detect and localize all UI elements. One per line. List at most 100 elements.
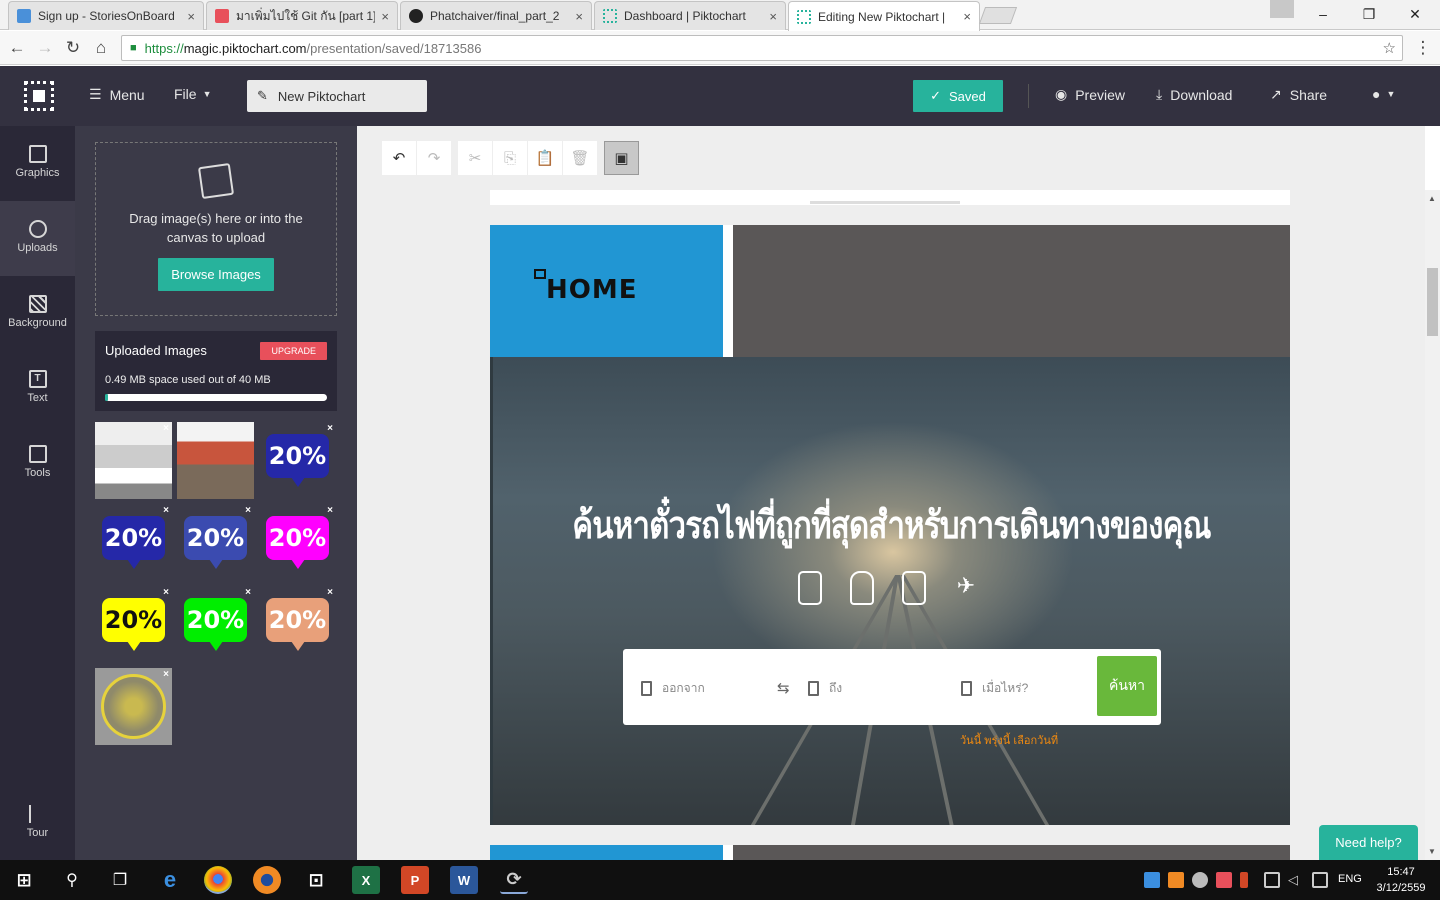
- preview-button[interactable]: ◉ Preview: [1055, 86, 1125, 103]
- tray-app-icon[interactable]: [1192, 872, 1208, 888]
- app-icon[interactable]: ⟳: [500, 866, 528, 894]
- nav-tools[interactable]: Tools: [0, 426, 75, 501]
- account-menu-button[interactable]: ● ▼: [1372, 86, 1395, 102]
- volume-icon[interactable]: ◁: [1288, 872, 1304, 888]
- to-field[interactable]: ถึง: [808, 679, 842, 698]
- when-field[interactable]: เมื่อไหร่?: [961, 679, 1028, 698]
- scroll-up-icon[interactable]: ▲: [1428, 194, 1436, 203]
- language-indicator[interactable]: ENG: [1338, 873, 1362, 885]
- browser-menu-button[interactable]: ⋮: [1412, 37, 1434, 59]
- select-mode-button[interactable]: ▣: [604, 141, 639, 175]
- uploaded-thumbnail[interactable]: 20% ×: [259, 422, 336, 499]
- powerpoint-icon[interactable]: P: [401, 866, 429, 894]
- home-label[interactable]: HOME: [546, 275, 638, 305]
- uploaded-thumbnail[interactable]: 20% ×: [95, 586, 172, 663]
- notification-icon[interactable]: [1312, 872, 1328, 888]
- need-help-button[interactable]: Need help?: [1319, 825, 1418, 860]
- download-button[interactable]: ⤓ Download: [1156, 86, 1232, 103]
- close-window-button[interactable]: ✕: [1392, 0, 1438, 28]
- uploaded-thumbnail[interactable]: 20% ×: [177, 586, 254, 663]
- title-input[interactable]: ✎ New Piktochart: [247, 80, 427, 112]
- plane-icon[interactable]: ✈: [954, 571, 978, 605]
- uploaded-thumbnail[interactable]: 20% ×: [95, 504, 172, 581]
- home-header-bar[interactable]: HOME: [490, 225, 1290, 357]
- redo-button[interactable]: ↷: [417, 141, 452, 175]
- paste-button[interactable]: 📋: [528, 141, 563, 175]
- remove-image-icon[interactable]: ×: [327, 505, 333, 516]
- tab-close-icon[interactable]: ×: [381, 9, 389, 24]
- tab-close-icon[interactable]: ×: [769, 9, 777, 24]
- browser-tab[interactable]: Sign up - StoriesOnBoard ×: [8, 1, 204, 30]
- nav-graphics[interactable]: Graphics: [0, 126, 75, 201]
- nav-tour[interactable]: Tour: [0, 786, 75, 861]
- browser-tab[interactable]: มาเพิ่มไปใช้ Git กัน [part 1] – t ×: [206, 1, 398, 30]
- browser-tab-active[interactable]: Editing New Piktochart | ×: [788, 1, 980, 31]
- profile-icon[interactable]: [1270, 0, 1294, 18]
- home-button[interactable]: ⌂: [90, 37, 112, 59]
- nav-background[interactable]: Background: [0, 276, 75, 351]
- train-icon[interactable]: [798, 571, 822, 605]
- tab-close-icon[interactable]: ×: [963, 9, 971, 24]
- remove-image-icon[interactable]: ×: [163, 587, 169, 598]
- headline-text[interactable]: ค้นหาตั๋วรถไฟที่ถูกที่สุดสำหรับการเดินทา…: [565, 494, 1219, 555]
- remove-image-icon[interactable]: ×: [163, 423, 169, 434]
- share-button[interactable]: ↗ Share: [1270, 86, 1327, 103]
- uploaded-thumbnail[interactable]: ×: [95, 668, 172, 745]
- uploaded-thumbnail[interactable]: 20% ×: [259, 586, 336, 663]
- store-icon[interactable]: ⊡: [302, 866, 330, 894]
- excel-icon[interactable]: X: [352, 866, 380, 894]
- search-button[interactable]: ค้นหา: [1097, 656, 1157, 716]
- new-tab-button[interactable]: [978, 7, 1018, 24]
- tray-app-icon[interactable]: [1168, 872, 1184, 888]
- uploaded-thumbnail[interactable]: 20% ×: [177, 504, 254, 581]
- windows-start-icon[interactable]: ⊞: [10, 866, 38, 894]
- forward-button[interactable]: →: [34, 37, 56, 59]
- uploaded-thumbnail[interactable]: [177, 422, 254, 499]
- back-button[interactable]: ←: [6, 37, 28, 59]
- swap-icon[interactable]: ⇆: [777, 679, 790, 697]
- network-icon[interactable]: [1264, 872, 1280, 888]
- tab-close-icon[interactable]: ×: [575, 9, 583, 24]
- edge-icon[interactable]: e: [156, 866, 184, 894]
- train-station-photo[interactable]: ค้นหาตั๋วรถไฟที่ถูกที่สุดสำหรับการเดินทา…: [493, 357, 1290, 825]
- menu-button[interactable]: ☰ Menu: [89, 86, 145, 103]
- maximize-button[interactable]: ❐: [1346, 0, 1392, 28]
- search-icon[interactable]: ⚲: [58, 866, 86, 894]
- remove-image-icon[interactable]: ×: [327, 587, 333, 598]
- slide-canvas[interactable]: HOME ค้นหาตั๋วรถไฟที่ถูกที่สุดสำหรับการเ…: [490, 225, 1290, 825]
- vertical-scrollbar[interactable]: ▲ ▼: [1425, 190, 1440, 860]
- remove-image-icon[interactable]: ×: [245, 587, 251, 598]
- file-menu-button[interactable]: File ▼: [174, 86, 211, 102]
- bus-icon[interactable]: [902, 571, 926, 605]
- minimize-button[interactable]: –: [1300, 0, 1346, 28]
- copy-button[interactable]: ⎘: [493, 141, 528, 175]
- nav-text[interactable]: T Text: [0, 351, 75, 426]
- remove-image-icon[interactable]: ×: [245, 505, 251, 516]
- task-view-icon[interactable]: ❐: [106, 866, 134, 894]
- remove-image-icon[interactable]: ×: [163, 669, 169, 680]
- tray-app-icon[interactable]: [1144, 872, 1160, 888]
- uploaded-thumbnail[interactable]: ×: [95, 422, 172, 499]
- cut-button[interactable]: ✂: [458, 141, 493, 175]
- chrome-icon[interactable]: [204, 866, 232, 894]
- firefox-icon[interactable]: [253, 866, 281, 894]
- remove-image-icon[interactable]: ×: [327, 423, 333, 434]
- browser-tab[interactable]: Dashboard | Piktochart ×: [594, 1, 786, 30]
- car-icon[interactable]: [850, 571, 874, 605]
- browser-tab[interactable]: Phatchaiver/final_part_2 ×: [400, 1, 592, 30]
- saved-button[interactable]: ✓ Saved: [913, 80, 1003, 112]
- uploaded-thumbnail[interactable]: 20% ×: [259, 504, 336, 581]
- previous-slide[interactable]: [490, 190, 1290, 205]
- bookmark-star-icon[interactable]: ☆: [1383, 39, 1396, 57]
- tray-app-icon[interactable]: [1216, 872, 1232, 888]
- piktochart-logo[interactable]: [24, 81, 54, 111]
- word-icon[interactable]: W: [450, 866, 478, 894]
- tray-app-icon[interactable]: [1240, 872, 1248, 888]
- tab-close-icon[interactable]: ×: [187, 9, 195, 24]
- delete-button[interactable]: 🗑: [563, 141, 598, 175]
- date-hint-text[interactable]: วันนี้ พรุ่งนี้ เลือกวันที่: [960, 731, 1058, 749]
- from-field[interactable]: ออกจาก: [641, 679, 705, 698]
- next-slide[interactable]: [490, 845, 1290, 860]
- home-blue-block[interactable]: HOME: [490, 225, 723, 357]
- upgrade-button[interactable]: UPGRADE: [260, 342, 327, 360]
